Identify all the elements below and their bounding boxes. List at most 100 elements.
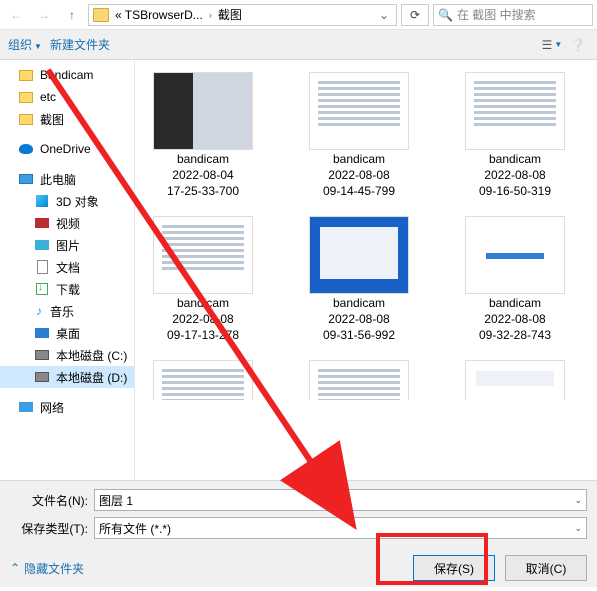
search-input[interactable]: 🔍 在 截图 中搜索 — [433, 4, 593, 26]
breadcrumb-separator: › — [209, 10, 212, 20]
tree-diskd[interactable]: 本地磁盘 (D:) — [0, 366, 134, 388]
file-item[interactable]: bandicam2022-08-0809-31-56-992 — [299, 216, 419, 342]
view-button[interactable]: ☰▼ — [541, 34, 563, 56]
folder-icon — [19, 92, 33, 103]
file-item[interactable]: bandicam2022-08-0417-25-33-700 — [143, 72, 263, 198]
tree-label: 图片 — [56, 237, 80, 254]
pictures-icon — [35, 240, 49, 250]
thumbnail — [465, 360, 565, 400]
3d-icon — [36, 195, 48, 207]
file-item[interactable]: bandicam2022-08-0809-32-28-743 — [455, 216, 575, 342]
tree-label: 文档 — [56, 259, 80, 276]
filename-line: 2022-08-08 — [484, 168, 545, 182]
organize-button[interactable]: 组织▼ — [8, 36, 42, 53]
thumbnail — [465, 216, 565, 294]
filetype-value: 所有文件 (*.*) — [99, 520, 171, 537]
tree-desktop[interactable]: 桌面 — [0, 322, 134, 344]
cloud-icon — [19, 144, 33, 154]
disk-icon — [35, 350, 49, 360]
document-icon — [37, 260, 48, 274]
breadcrumb-prev[interactable]: « TSBrowserD... — [111, 8, 207, 22]
filename-line: bandicam — [489, 152, 541, 166]
chevron-down-icon: ▼ — [34, 42, 42, 51]
filetype-label: 保存类型(T): — [10, 520, 88, 537]
file-grid: bandicam2022-08-0417-25-33-700bandicam20… — [135, 60, 597, 480]
tree-network[interactable]: 网络 — [0, 396, 134, 418]
path-dropdown-icon[interactable]: ⌄ — [376, 8, 392, 22]
tree-label: 本地磁盘 (D:) — [56, 369, 127, 386]
path-box[interactable]: « TSBrowserD... › 截图 ⌄ — [88, 4, 397, 26]
search-placeholder: 在 截图 中搜索 — [457, 6, 536, 23]
file-item[interactable]: bandicam 2022-08-08 09-16-50-319 — [455, 72, 575, 198]
filename-line: 09-14-45-799 — [323, 184, 395, 198]
tree-label: 3D 对象 — [56, 193, 99, 210]
download-icon — [36, 283, 48, 295]
filename-line: 2022-08-04 — [172, 168, 233, 182]
pc-icon — [19, 174, 33, 184]
chevron-down-icon[interactable]: ⌄ — [574, 495, 582, 506]
back-button[interactable]: ← — [4, 3, 28, 27]
music-icon: ♪ — [34, 304, 44, 318]
hide-folders-label: 隐藏文件夹 — [24, 560, 84, 577]
tree-label: 此电脑 — [40, 171, 76, 188]
file-item[interactable] — [299, 360, 419, 400]
filename-line: bandicam — [177, 296, 229, 310]
filename-line: 2022-08-08 — [328, 168, 389, 182]
thumbnail — [309, 72, 409, 150]
filename-line: 09-16-50-319 — [479, 184, 551, 198]
save-button[interactable]: 保存(S) — [413, 555, 495, 581]
chevron-down-icon[interactable]: ⌄ — [574, 523, 582, 534]
filename-line: 09-17-13-278 — [167, 328, 239, 342]
thumbnail — [153, 216, 253, 294]
tree-docs[interactable]: 文档 — [0, 256, 134, 278]
bottom-panel: 文件名(N): 图层 1 ⌄ 保存类型(T): 所有文件 (*.*) ⌄ ⌃ 隐… — [0, 480, 597, 587]
file-item[interactable] — [143, 360, 263, 400]
tree-downloads[interactable]: 下载 — [0, 278, 134, 300]
file-item[interactable]: bandicam 2022-08-08 09-14-45-799 — [299, 72, 419, 198]
tree-label: 桌面 — [56, 325, 80, 342]
filename-line: bandicam — [333, 296, 385, 310]
refresh-button[interactable]: ⟳ — [401, 4, 429, 26]
tree-label: etc — [40, 90, 56, 104]
disk-icon — [35, 372, 49, 382]
tree-video[interactable]: 视频 — [0, 212, 134, 234]
chevron-down-icon: ⌃ — [10, 561, 20, 575]
forward-button[interactable]: → — [32, 3, 56, 27]
filename-line: bandicam — [489, 296, 541, 310]
thumbnail — [153, 72, 253, 150]
thumbnail — [465, 72, 565, 150]
tree-onedrive[interactable]: OneDrive — [0, 138, 134, 160]
filename-line: 2022-08-08 — [484, 312, 545, 326]
tree-label: 下载 — [56, 281, 80, 298]
filename-line: 17-25-33-700 — [167, 184, 239, 198]
cancel-button[interactable]: 取消(C) — [505, 555, 587, 581]
tree-label: Bandicam — [40, 68, 93, 82]
file-item[interactable] — [455, 360, 575, 400]
toolbar: 组织▼ 新建文件夹 ☰▼ ❔ — [0, 30, 597, 60]
new-folder-button[interactable]: 新建文件夹 — [50, 36, 110, 53]
tree-etc[interactable]: etc — [0, 86, 134, 108]
breadcrumb-current[interactable]: 截图 — [214, 6, 246, 23]
main-area: Bandicam etc 截图 OneDrive 此电脑 3D 对象 视频 图片… — [0, 60, 597, 480]
hide-folders-link[interactable]: ⌃ 隐藏文件夹 — [10, 560, 84, 577]
folder-icon — [19, 70, 33, 81]
tree-bandicam[interactable]: Bandicam — [0, 64, 134, 86]
up-button[interactable]: ↑ — [60, 3, 84, 27]
organize-label: 组织 — [8, 38, 32, 52]
filename-value: 图层 1 — [99, 492, 133, 509]
address-bar: ← → ↑ « TSBrowserD... › 截图 ⌄ ⟳ 🔍 在 截图 中搜… — [0, 0, 597, 30]
tree-diskc[interactable]: 本地磁盘 (C:) — [0, 344, 134, 366]
tree-label: 网络 — [40, 399, 64, 416]
thumbnail — [309, 360, 409, 400]
filename-input[interactable]: 图层 1 ⌄ — [94, 489, 587, 511]
file-item[interactable]: bandicam2022-08-0809-17-13-278 — [143, 216, 263, 342]
tree-label: 视频 — [56, 215, 80, 232]
tree-music[interactable]: ♪音乐 — [0, 300, 134, 322]
tree-pictures[interactable]: 图片 — [0, 234, 134, 256]
filename-line: bandicam — [333, 152, 385, 166]
tree-jietu[interactable]: 截图 — [0, 108, 134, 130]
tree-3dobjects[interactable]: 3D 对象 — [0, 190, 134, 212]
help-button[interactable]: ❔ — [567, 34, 589, 56]
filetype-select[interactable]: 所有文件 (*.*) ⌄ — [94, 517, 587, 539]
tree-thispc[interactable]: 此电脑 — [0, 168, 134, 190]
